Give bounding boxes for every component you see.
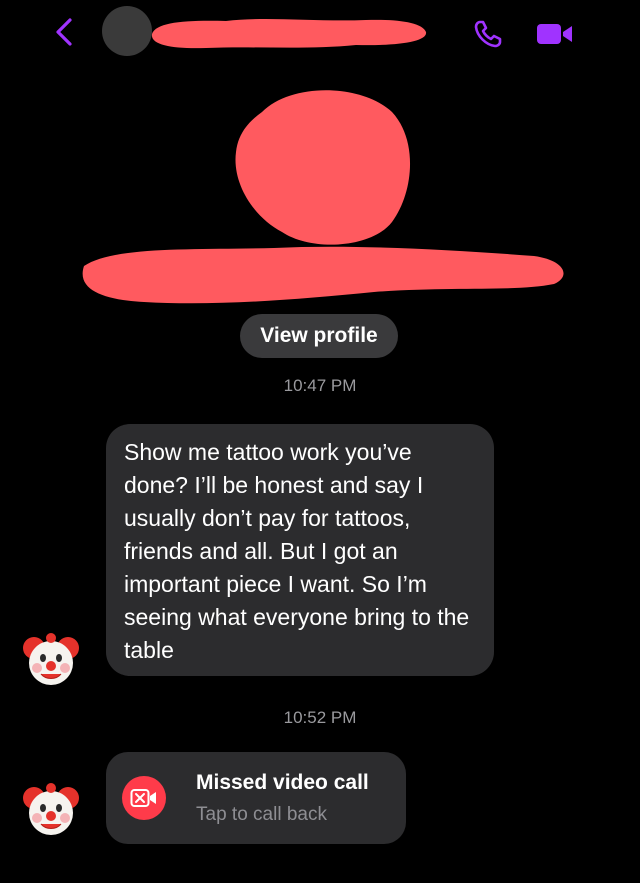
tap-to-call-back-link[interactable]: Tap to call back xyxy=(196,804,327,826)
phone-icon xyxy=(474,20,502,48)
redacted-contact-name xyxy=(151,18,427,49)
message-timestamp: 10:52 PM xyxy=(283,708,357,727)
message-text: Show me tattoo work you’ve done? I’ll be… xyxy=(124,439,470,663)
message-timestamp: 10:47 PM xyxy=(283,376,357,395)
clown-face-icon xyxy=(23,783,79,835)
redacted-profile-photo xyxy=(235,90,411,245)
view-profile-button[interactable]: View profile xyxy=(240,314,398,358)
clown-face-icon xyxy=(23,633,79,685)
missed-video-call-icon xyxy=(122,776,166,820)
chevron-left-icon xyxy=(56,18,72,46)
missed-video-call-card[interactable]: Missed video call Tap to call back xyxy=(106,752,406,844)
voice-call-button[interactable] xyxy=(468,14,508,54)
contact-avatar[interactable] xyxy=(102,6,152,56)
redacted-profile-name xyxy=(82,246,564,304)
video-camera-icon xyxy=(537,24,572,44)
video-call-button[interactable] xyxy=(532,14,578,54)
back-button[interactable] xyxy=(44,12,84,52)
missed-call-title: Missed video call xyxy=(196,771,369,794)
received-message-bubble[interactable]: Show me tattoo work you’ve done? I’ll be… xyxy=(106,424,494,676)
